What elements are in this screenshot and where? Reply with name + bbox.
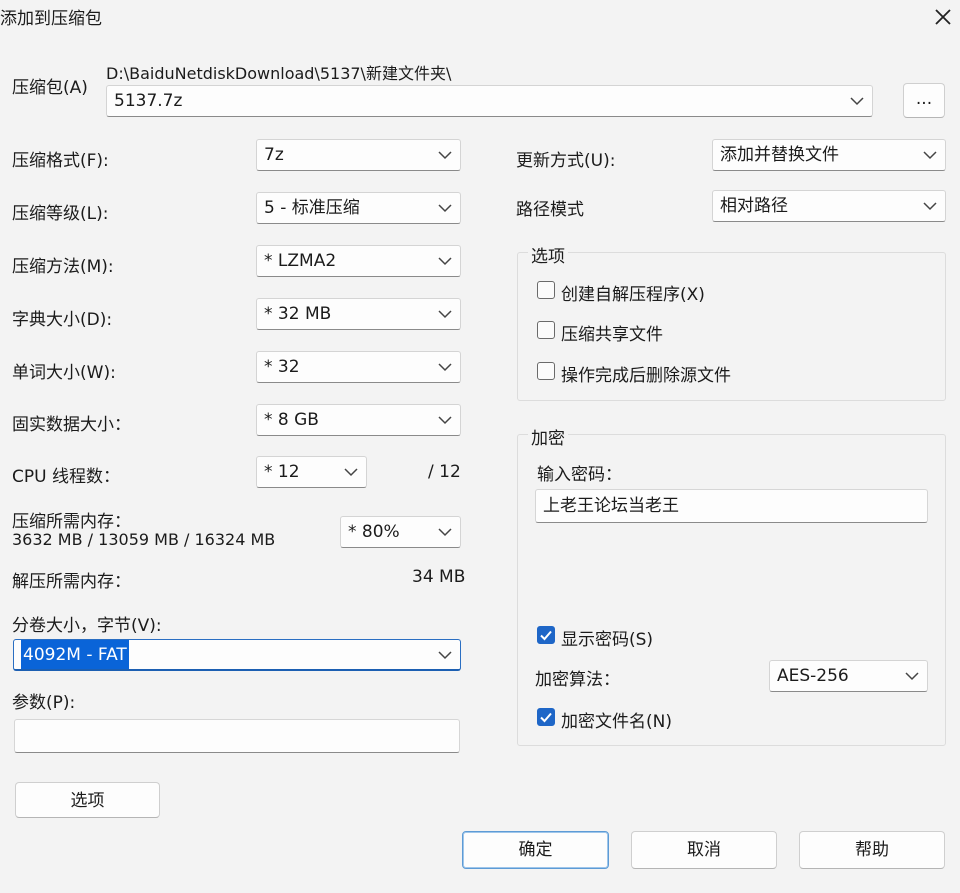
format-value: 7z — [264, 145, 284, 165]
chevron-down-icon — [438, 202, 452, 214]
sfx-label: 创建自解压程序(X) — [561, 285, 705, 305]
sfx-checkbox[interactable] — [537, 281, 555, 299]
params-label: 参数(P): — [12, 693, 76, 713]
encryption-method-label: 加密算法： — [535, 670, 620, 690]
mem-compress-detail: 3632 MB / 13059 MB / 16324 MB — [12, 530, 276, 549]
show-password-checkbox[interactable] — [537, 626, 555, 644]
window-title: 添加到压缩包 — [0, 9, 102, 29]
path-mode-label: 路径模式 — [516, 200, 584, 220]
format-select[interactable]: 7z — [256, 139, 461, 171]
options-button[interactable]: 选项 — [15, 782, 160, 818]
mem-percent-select[interactable]: * 80% — [340, 516, 461, 548]
update-label: 更新方式(U): — [516, 151, 616, 171]
cpu-total: / 12 — [428, 462, 461, 482]
cpu-value: * 12 — [264, 462, 300, 482]
checkmark-icon — [540, 630, 552, 641]
solid-label: 固实数据大小： — [12, 415, 131, 435]
show-password-label: 显示密码(S) — [561, 630, 654, 650]
checkmark-icon — [540, 712, 552, 723]
path-mode-select[interactable]: 相对路径 — [712, 190, 946, 222]
chevron-down-icon — [438, 526, 452, 538]
ok-button[interactable]: 确定 — [462, 831, 609, 869]
dict-label: 字典大小(D): — [12, 310, 113, 330]
password-input[interactable]: 上老王论坛当老王 — [535, 489, 928, 523]
solid-value: * 8 GB — [264, 410, 319, 430]
encrypt-names-checkbox[interactable] — [537, 708, 555, 726]
close-icon — [935, 9, 951, 25]
archive-label: 压缩包(A) — [12, 78, 88, 98]
chevron-down-icon — [438, 361, 452, 373]
method-label: 压缩方法(M): — [12, 257, 114, 277]
update-value: 添加并替换文件 — [720, 145, 839, 165]
chevron-down-icon — [438, 255, 452, 267]
shared-checkbox[interactable] — [537, 321, 555, 339]
browse-button[interactable]: ... — [903, 83, 945, 118]
options-group-title: 选项 — [528, 242, 568, 267]
chevron-down-icon — [438, 149, 452, 161]
encryption-group-title: 加密 — [528, 424, 568, 449]
cpu-label: CPU 线程数： — [12, 467, 120, 487]
word-select[interactable]: * 32 — [256, 351, 461, 383]
close-button[interactable] — [926, 0, 960, 34]
chevron-down-icon — [923, 149, 937, 161]
word-value: * 32 — [264, 357, 300, 377]
chevron-down-icon — [438, 649, 452, 661]
path-mode-value: 相对路径 — [720, 196, 788, 216]
volume-combo[interactable]: 4092M - FAT — [13, 639, 461, 671]
chevron-down-icon — [438, 308, 452, 320]
help-button[interactable]: 帮助 — [799, 831, 945, 869]
encryption-method-select[interactable]: AES-256 — [769, 660, 928, 692]
delete-checkbox[interactable] — [537, 362, 555, 380]
chevron-down-icon — [850, 95, 864, 107]
password-label: 输入密码： — [537, 465, 622, 485]
mem-decompress-label: 解压所需内存： — [12, 572, 131, 592]
dict-value: * 32 MB — [264, 304, 332, 324]
volume-value: 4092M - FAT — [21, 640, 129, 669]
level-label: 压缩等级(L): — [12, 204, 109, 224]
chevron-down-icon — [344, 466, 358, 478]
dict-select[interactable]: * 32 MB — [256, 298, 461, 330]
method-select[interactable]: * LZMA2 — [256, 245, 461, 277]
word-label: 单词大小(W): — [12, 363, 116, 383]
chevron-down-icon — [923, 200, 937, 212]
params-input[interactable] — [14, 719, 460, 753]
archive-path: D:\BaiduNetdiskDownload\5137\新建文件夹\ — [106, 64, 452, 83]
delete-label: 操作完成后删除源文件 — [561, 366, 731, 386]
shared-label: 压缩共享文件 — [561, 325, 663, 345]
level-select[interactable]: 5 - 标准压缩 — [256, 192, 461, 224]
encryption-method-value: AES-256 — [777, 666, 849, 686]
chevron-down-icon — [905, 670, 919, 682]
encrypt-names-label: 加密文件名(N) — [561, 712, 672, 732]
mem-percent-value: * 80% — [348, 522, 400, 542]
cpu-select[interactable]: * 12 — [256, 456, 367, 488]
format-label: 压缩格式(F): — [12, 151, 109, 171]
mem-compress-label: 压缩所需内存： — [12, 512, 131, 532]
level-value: 5 - 标准压缩 — [264, 198, 360, 218]
archive-name-combo[interactable]: 5137.7z — [106, 85, 873, 117]
chevron-down-icon — [438, 414, 452, 426]
archive-name-value: 5137.7z — [114, 91, 183, 111]
cancel-button[interactable]: 取消 — [631, 831, 777, 869]
solid-select[interactable]: * 8 GB — [256, 404, 461, 436]
mem-decompress-value: 34 MB — [412, 567, 466, 587]
method-value: * LZMA2 — [264, 251, 337, 271]
volume-label: 分卷大小，字节(V): — [12, 616, 162, 636]
update-select[interactable]: 添加并替换文件 — [712, 139, 946, 171]
